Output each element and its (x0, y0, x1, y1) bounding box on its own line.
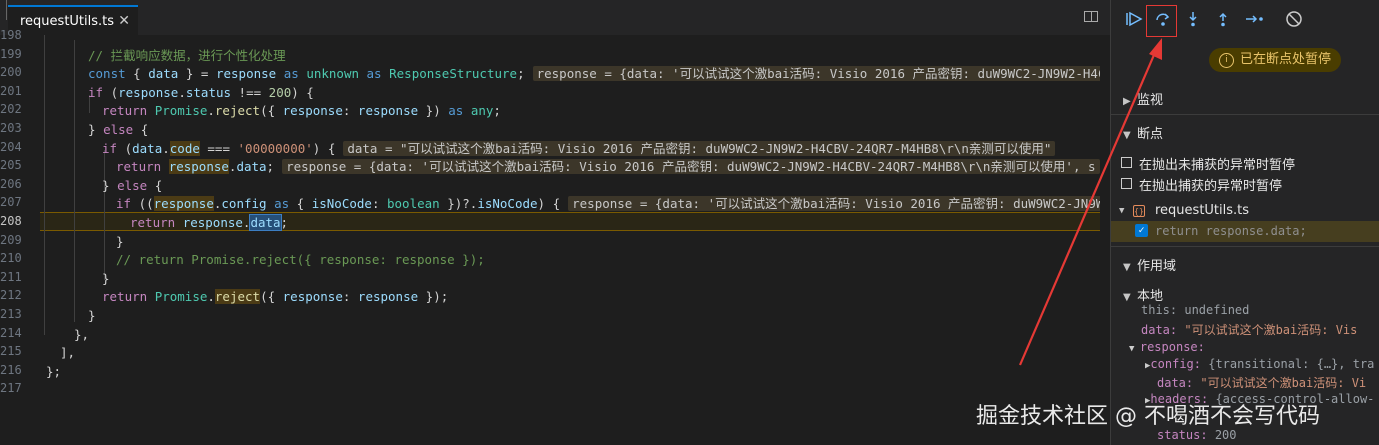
annotation-arrow (1018, 38, 1162, 366)
watermark: 掘金技术社区 @ 不喝酒不会写代码 (976, 404, 1320, 429)
